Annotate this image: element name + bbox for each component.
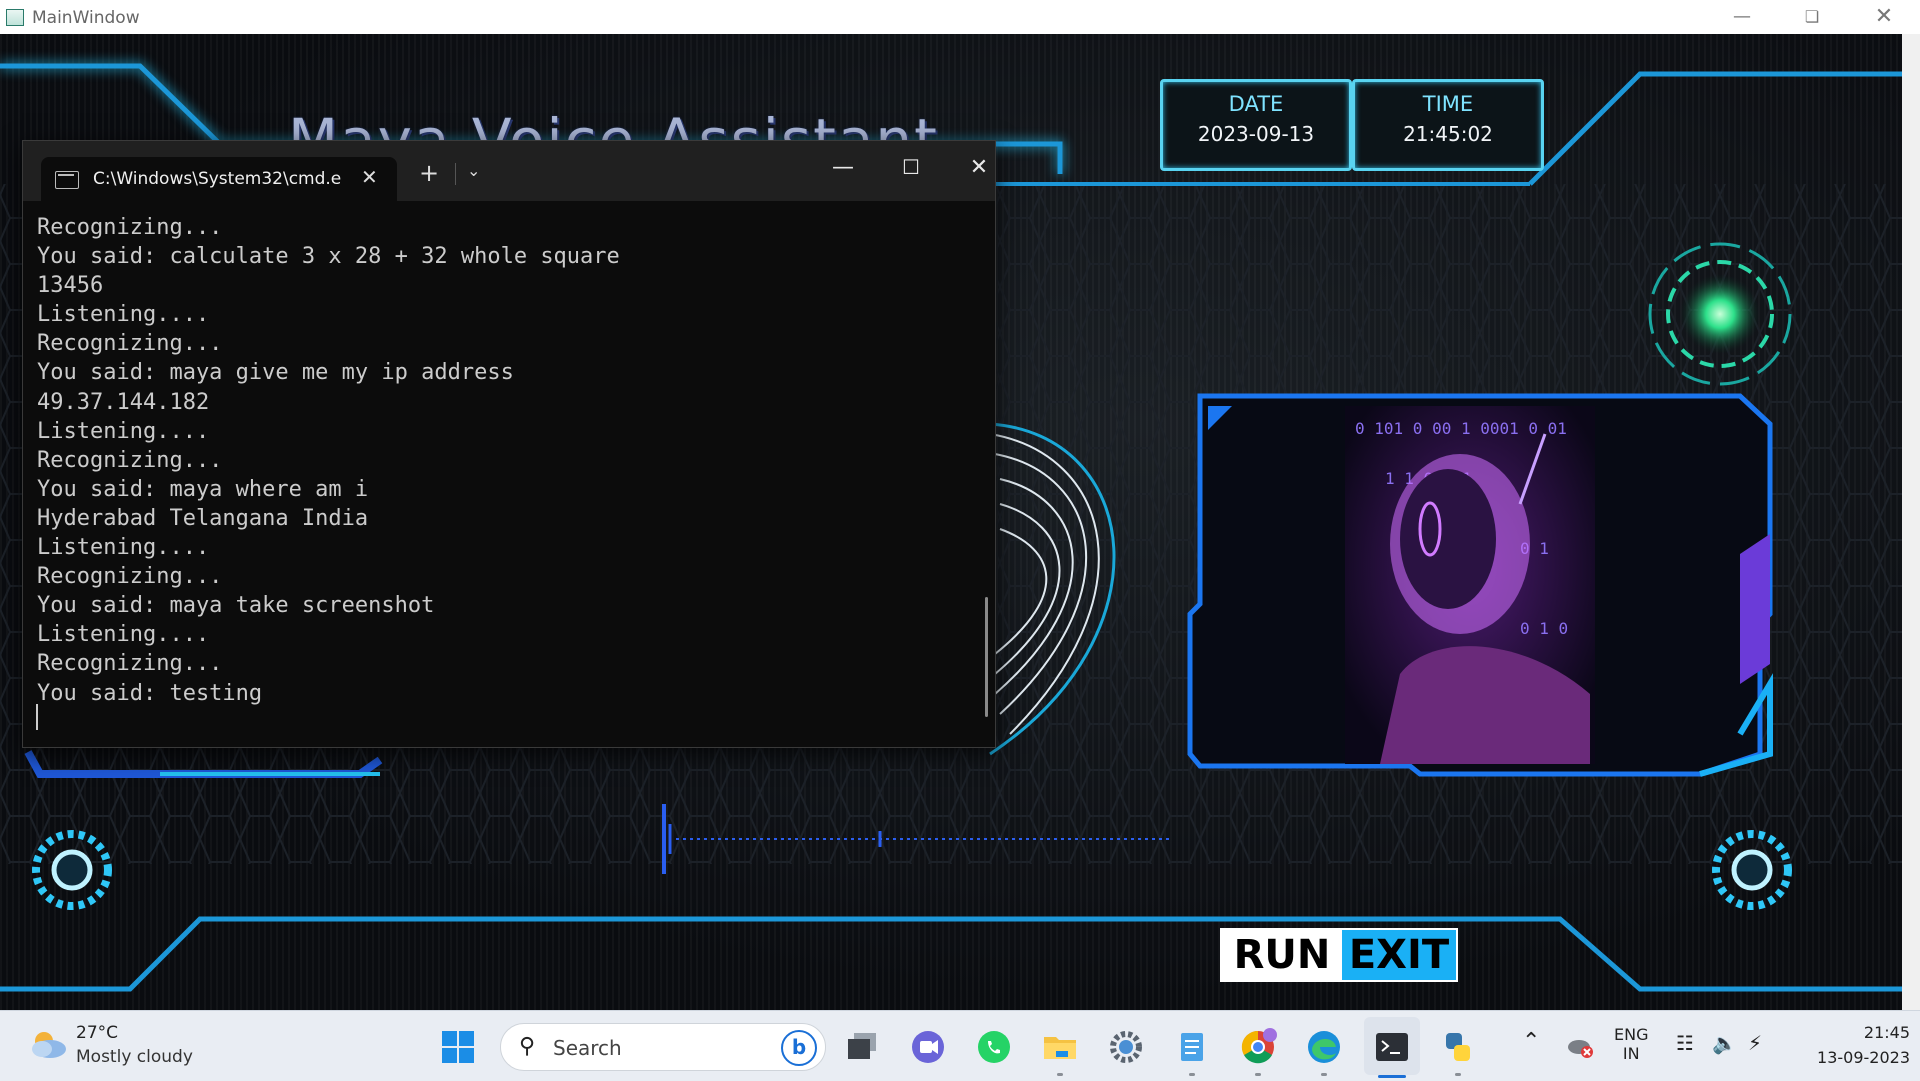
terminal-line: You said: calculate 3 x 28 + 32 whole sq… <box>37 244 620 270</box>
running-indicator <box>1189 1073 1195 1076</box>
date-value: 2023-09-13 <box>1197 122 1315 146</box>
terminal-line: You said: maya where am i <box>37 476 369 502</box>
terminal-line: You said: maya give me my ip address <box>37 360 514 386</box>
time-value: 21:45:02 <box>1403 122 1493 146</box>
clock-date: 13-09-2023 <box>1817 1048 1910 1067</box>
terminal-line: 49.37.144.182 <box>37 389 210 415</box>
terminal-line: Recognizing... <box>37 331 223 357</box>
time-label: TIME <box>1422 92 1474 116</box>
active-indicator <box>1378 1075 1406 1078</box>
date-label: DATE <box>1228 92 1284 116</box>
weather-description[interactable]: Mostly cloudy <box>76 1047 193 1067</box>
tab-close-icon[interactable]: ✕ <box>361 165 378 189</box>
new-tab-icon[interactable]: + <box>419 159 439 187</box>
region-code: IN <box>1622 1044 1640 1063</box>
file-explorer-icon[interactable] <box>1040 1027 1080 1067</box>
chevron-down-icon[interactable]: ⌄ <box>467 161 480 180</box>
chevron-up-icon[interactable]: ⌃ <box>1522 1029 1540 1054</box>
app-window-icon <box>6 9 24 26</box>
terminal-maximize-icon[interactable]: ☐ <box>891 155 931 185</box>
weather-temperature[interactable]: 27°C <box>76 1023 118 1043</box>
start-icon[interactable] <box>438 1027 478 1067</box>
cloud-icon <box>32 1032 66 1058</box>
run-button[interactable]: RUN <box>1222 930 1342 980</box>
terminal-line: Recognizing... <box>37 447 223 473</box>
onedrive-icon[interactable] <box>1566 1033 1594 1059</box>
terminal-line: You said: maya take screenshot <box>37 593 435 619</box>
whatsapp-icon[interactable] <box>974 1027 1014 1067</box>
task-view-icon[interactable] <box>842 1027 882 1067</box>
battery-icon[interactable]: ⚡ <box>1748 1031 1762 1055</box>
terminal-line: Recognizing... <box>37 215 223 240</box>
python-icon[interactable] <box>1438 1027 1478 1067</box>
terminal-line: Recognizing... <box>37 651 223 677</box>
language-indicator[interactable]: ENG IN <box>1614 1025 1648 1063</box>
window-edge-strip <box>1902 34 1920 1010</box>
terminal-tab[interactable]: C:\Windows\System32\cmd.e ✕ <box>41 157 397 201</box>
terminal-line: Listening.... <box>37 535 210 561</box>
running-indicator <box>1255 1073 1261 1076</box>
date-panel: DATE 2023-09-13 <box>1160 79 1352 171</box>
tab-divider <box>455 163 456 185</box>
taskbar: 27°C Mostly cloudy ⚲ Search b ⌃ ENG IN ☷… <box>0 1010 1920 1081</box>
svg-text:0 1 0: 0 1 0 <box>1520 619 1568 638</box>
edge-icon[interactable] <box>1304 1027 1344 1067</box>
search-icon: ⚲ <box>519 1034 536 1059</box>
text-cursor <box>36 704 38 730</box>
taskbar-search[interactable]: ⚲ Search b <box>500 1023 826 1071</box>
terminal-line: Listening.... <box>37 622 210 648</box>
svg-text:0 101 0 00 1 0001 0 01: 0 101 0 00 1 0001 0 01 <box>1355 419 1567 438</box>
running-indicator <box>1455 1073 1461 1076</box>
terminal-output[interactable]: Recognizing... You said: calculate 3 x 28… <box>37 213 977 743</box>
time-panel: TIME 21:45:02 <box>1352 79 1544 171</box>
volume-icon[interactable]: 🔈 <box>1712 1031 1737 1055</box>
language-code: ENG <box>1614 1025 1649 1044</box>
run-exit-controls: RUN EXIT <box>1220 928 1458 982</box>
teams-icon[interactable] <box>908 1027 948 1067</box>
wifi-icon[interactable]: ☷ <box>1676 1031 1694 1055</box>
terminal-line: Hyderabad Telangana India <box>37 505 369 531</box>
terminal-line: Recognizing... <box>37 564 223 590</box>
terminal-line: 13456 <box>37 273 104 299</box>
terminal-window[interactable]: C:\Windows\System32\cmd.e ✕ + ⌄ — ☐ ✕ Re… <box>22 140 996 748</box>
terminal-line: Listening.... <box>37 418 210 444</box>
clock-time: 21:45 <box>1863 1023 1910 1042</box>
terminal-line: You said: testing <box>37 680 263 706</box>
close-icon[interactable]: ✕ <box>1856 2 1912 32</box>
window-title: MainWindow <box>32 8 140 28</box>
window-titlebar: MainWindow — ❏ ✕ <box>0 0 1920 35</box>
terminal-tab-bar: C:\Windows\System32\cmd.e ✕ + ⌄ — ☐ ✕ <box>23 141 995 201</box>
exit-button[interactable]: EXIT <box>1342 930 1456 980</box>
chrome-icon[interactable] <box>1238 1027 1278 1067</box>
search-placeholder: Search <box>553 1036 622 1060</box>
notepad-icon[interactable] <box>1172 1027 1212 1067</box>
terminal-scrollbar[interactable] <box>985 597 988 717</box>
terminal-tab-title: C:\Windows\System32\cmd.e <box>93 169 342 189</box>
restore-icon[interactable]: ❏ <box>1784 2 1840 32</box>
running-indicator <box>1321 1073 1327 1076</box>
terminal-icon[interactable] <box>1372 1027 1412 1067</box>
terminal-minimize-icon[interactable]: — <box>823 155 863 185</box>
running-indicator <box>1057 1073 1063 1076</box>
terminal-close-icon[interactable]: ✕ <box>959 155 999 185</box>
terminal-line: Listening.... <box>37 302 210 328</box>
bing-icon[interactable]: b <box>781 1030 817 1066</box>
minimize-icon[interactable]: — <box>1714 2 1770 32</box>
cmd-icon <box>55 171 79 189</box>
clock[interactable]: 21:45 13-09-2023 <box>1800 1023 1910 1067</box>
settings-icon[interactable] <box>1106 1027 1146 1067</box>
